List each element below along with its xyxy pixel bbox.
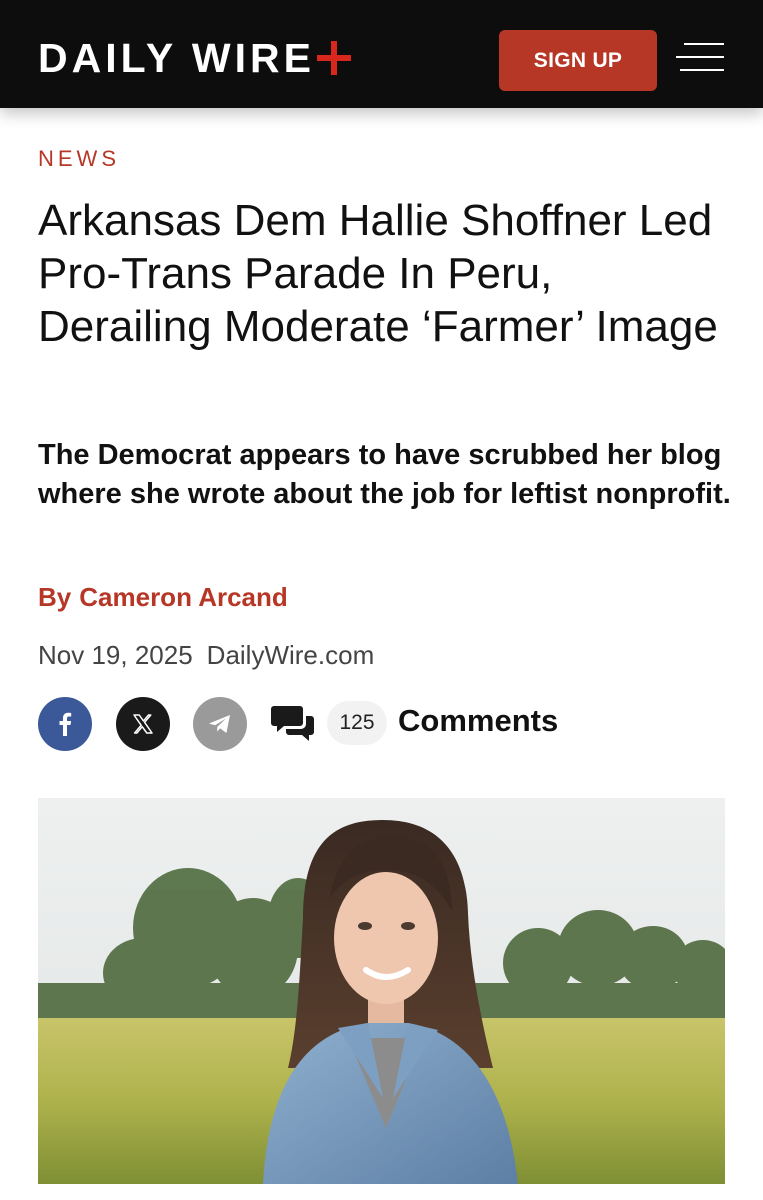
comments-link[interactable]: Comments <box>398 703 558 739</box>
facebook-icon <box>59 712 72 736</box>
publish-date: Nov 19, 2025 <box>38 640 193 670</box>
x-share-button[interactable] <box>116 697 170 751</box>
x-icon <box>133 714 153 734</box>
article-meta: Nov 19, 2025 DailyWire.com <box>38 640 374 671</box>
comment-count-badge[interactable]: 125 <box>327 701 387 745</box>
byline-prefix: By <box>38 582 72 612</box>
source-site: DailyWire.com <box>206 640 375 670</box>
sign-up-button[interactable]: SIGN UP <box>499 30 657 91</box>
logo-plus-icon <box>316 40 353 76</box>
category-label[interactable]: NEWS <box>38 146 120 172</box>
facebook-share-button[interactable] <box>38 697 92 751</box>
article-subheadline: The Democrat appears to have scrubbed he… <box>38 439 731 510</box>
telegram-icon <box>209 715 230 733</box>
author-link[interactable]: Cameron Arcand <box>79 582 288 612</box>
daily-wire-logo[interactable]: DAILY WIRE <box>38 36 353 80</box>
article-hero-image <box>38 798 725 1184</box>
telegram-share-button[interactable] <box>193 697 247 751</box>
byline: By Cameron Arcand <box>38 582 288 613</box>
article-headline: Arkansas Dem Hallie Shoffner Led Pro-Tra… <box>38 196 718 351</box>
logo-text: DAILY WIRE <box>38 34 315 81</box>
hamburger-menu-icon[interactable] <box>676 40 724 76</box>
comments-icon[interactable] <box>270 702 316 746</box>
site-header: DAILY WIRE SIGN UP <box>0 0 763 108</box>
